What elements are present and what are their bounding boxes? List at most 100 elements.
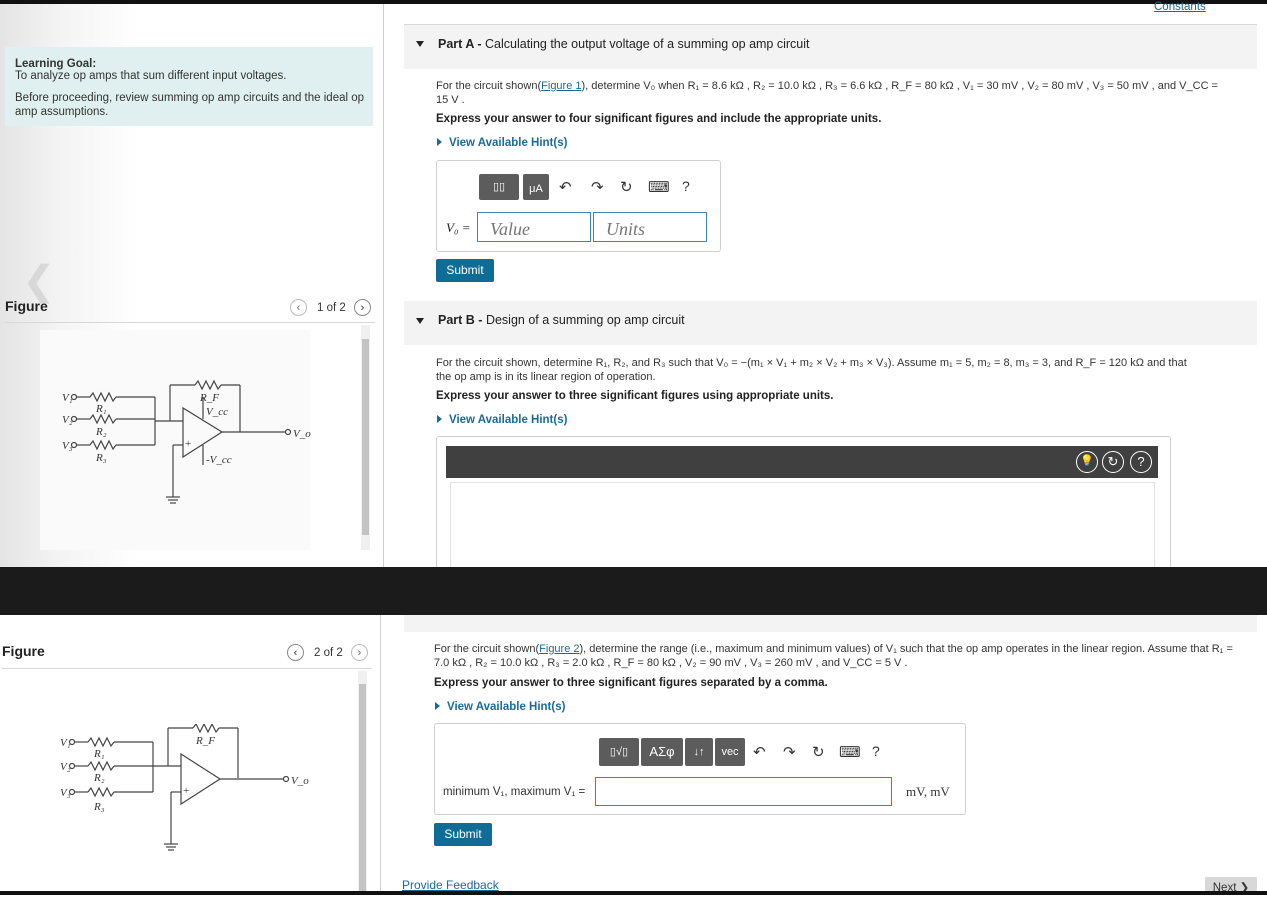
template-button[interactable]: ▯√▯ (599, 738, 639, 766)
label-plus: + (183, 785, 189, 797)
provide-feedback-link[interactable]: Provide Feedback (402, 878, 499, 892)
part-a-instruction: Express your answer to four significant … (436, 113, 882, 125)
figure-scrollbar[interactable] (361, 325, 370, 550)
screenshot-separator (0, 567, 1267, 615)
part-c-instruction: Express your answer to three significant… (434, 677, 828, 689)
resistor-r3 (87, 786, 115, 798)
label-r3: R₃ (93, 801, 105, 813)
subscript-button[interactable]: ↓↑ (685, 738, 713, 766)
label-vo: V_o (291, 775, 309, 787)
part-c-question: For the circuit shown(Figure 2), determi… (434, 643, 1233, 669)
template-button[interactable]: ▯▯ (479, 174, 519, 200)
panel-divider-lower (380, 615, 381, 891)
hint-arrow-icon (437, 415, 442, 423)
label-v3: V₃ (60, 787, 71, 799)
terminal-vo (282, 775, 290, 783)
label-neg-vcc: -V_cc (206, 454, 232, 466)
keyboard-icon[interactable]: ⌨ (648, 178, 670, 196)
hint-bulb-icon[interactable]: 💡 (1076, 451, 1098, 473)
label-r1: R₁ (93, 748, 105, 760)
figure-2-link[interactable]: Figure 2 (539, 643, 579, 655)
reset-icon[interactable]: ↻ (1102, 451, 1124, 473)
part-a-answer-box: ▯▯ μA ↶ ↷ ↻ ⌨ ? V₀ = (436, 160, 721, 252)
label-v2: V₂ (60, 761, 71, 773)
prev-figure-button[interactable]: ‹ (287, 644, 304, 661)
help-icon[interactable]: ? (872, 743, 880, 759)
figure-divider (5, 322, 375, 323)
label-rf: R_F (199, 392, 219, 404)
label-plus: + (185, 438, 191, 450)
scrollbar-thumb[interactable] (362, 339, 369, 535)
label-v1: V₁ (62, 392, 73, 404)
undo-icon[interactable]: ↶ (559, 178, 572, 196)
part-a-question: For the circuit shown(Figure 1), determi… (436, 80, 1219, 106)
part-c-header (404, 615, 1257, 632)
label-v3: V₃ (62, 440, 73, 452)
vec-button[interactable]: vec (715, 738, 745, 766)
figure-1-link[interactable]: Figure 1 (541, 80, 581, 92)
v0-label: V₀ = (446, 220, 471, 235)
undo-icon[interactable]: ↶ (753, 743, 766, 761)
figure-divider (2, 668, 372, 669)
range-label: minimum V₁, maximum V₁ = (443, 786, 586, 798)
hint-arrow-icon (435, 702, 440, 710)
drawing-toolbar: 💡 ↻ ? (446, 446, 1158, 478)
help-icon[interactable]: ? (1130, 451, 1152, 473)
hint-arrow-icon (437, 138, 442, 146)
chevron-left-icon: ‹ (293, 647, 298, 659)
part-a-hint-toggle[interactable]: View Available Hint(s) (437, 137, 567, 149)
part-b-question: For the circuit shown, determine R₁, R₂,… (436, 357, 1187, 383)
figure-pager: 2 of 2 (314, 647, 343, 659)
figure-scrollbar[interactable] (358, 671, 367, 891)
chevron-right-icon: › (360, 302, 365, 314)
value-input[interactable] (477, 212, 591, 242)
panel-divider (383, 4, 384, 567)
part-a-submit-button[interactable]: Submit (436, 259, 494, 282)
bottom-border (0, 891, 1267, 895)
scrollbar-thumb[interactable] (359, 684, 366, 891)
figure-label: Figure (5, 298, 48, 314)
part-b-title: Part B - Design of a summing op amp circ… (438, 313, 685, 327)
terminal-vo (284, 428, 292, 436)
label-v2: V₂ (62, 414, 73, 426)
learning-goal-title: Learning Goal: (15, 58, 97, 70)
chevron-left-icon: ‹ (296, 302, 301, 314)
learning-goal-note: Before proceeding, review summing op amp… (15, 92, 365, 118)
chevron-right-icon: › (357, 647, 362, 659)
figure-pager: 1 of 2 (317, 302, 346, 314)
resistor-r2 (89, 413, 117, 425)
units-input[interactable] (593, 212, 707, 242)
summing-op-amp-circuit: V₁ V₂ V₃ R₁ R₂ R₃ R_F V_o + (60, 724, 309, 851)
prev-figure-button[interactable]: ‹ (290, 299, 307, 316)
help-icon[interactable]: ? (682, 178, 690, 194)
label-r3: R₃ (95, 452, 107, 464)
learning-goal-text: To analyze op amps that sum different in… (15, 70, 287, 82)
next-figure-button[interactable]: › (351, 644, 368, 661)
reset-icon[interactable]: ↻ (812, 743, 825, 761)
resistor-r1 (87, 736, 115, 748)
constants-link[interactable]: Constants (1154, 1, 1206, 13)
collapse-triangle-icon[interactable] (416, 318, 424, 324)
part-a-title: Part A - Calculating the output voltage … (438, 37, 810, 51)
part-c-submit-button[interactable]: Submit (434, 823, 492, 846)
drawing-canvas[interactable] (450, 482, 1155, 569)
keyboard-icon[interactable]: ⌨ (839, 743, 861, 761)
part-c-hint-toggle[interactable]: View Available Hint(s) (435, 701, 565, 713)
label-vcc: V_cc (206, 406, 228, 418)
units-button[interactable]: μA (523, 174, 549, 200)
range-input[interactable] (595, 777, 892, 806)
collapse-triangle-icon[interactable] (416, 41, 424, 47)
label-vo: V_o (293, 428, 311, 440)
label-r2: R₂ (95, 426, 107, 438)
figure-label: Figure (2, 643, 45, 659)
redo-icon[interactable]: ↷ (783, 743, 796, 761)
part-b-hint-toggle[interactable]: View Available Hint(s) (437, 414, 567, 426)
greek-button[interactable]: ΑΣφ (641, 738, 683, 766)
next-figure-button[interactable]: › (354, 299, 371, 316)
redo-icon[interactable]: ↷ (591, 178, 604, 196)
reset-icon[interactable]: ↻ (620, 178, 633, 196)
unit-label: mV, mV (906, 784, 950, 799)
resistor-r2 (87, 760, 115, 772)
label-r1: R₁ (95, 403, 107, 415)
resistor-rf (192, 724, 220, 734)
